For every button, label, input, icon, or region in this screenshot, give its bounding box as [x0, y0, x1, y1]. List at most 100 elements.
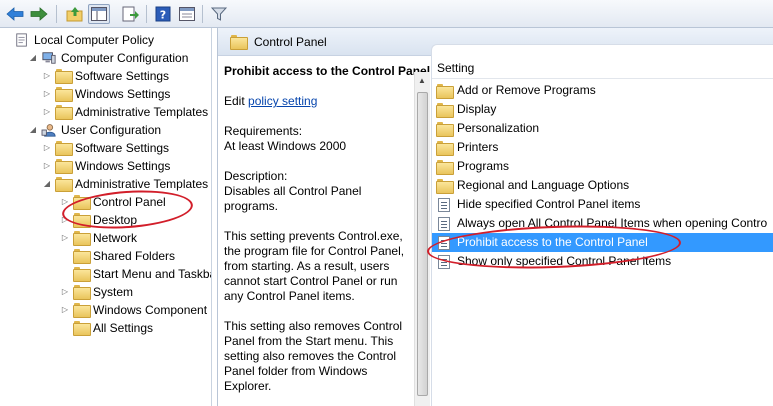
- export-list-icon[interactable]: [120, 4, 142, 24]
- folder-icon: [230, 35, 248, 50]
- tree-item-label: Administrative Templates: [75, 105, 209, 119]
- list-item[interactable]: Printers: [432, 138, 773, 157]
- description: Description: Disables all Control Panel …: [224, 169, 408, 214]
- folder-icon: [55, 141, 73, 156]
- properties-view-icon[interactable]: [176, 4, 198, 24]
- toolbar: ?: [0, 0, 773, 28]
- tree-item-label: Software Settings: [75, 141, 170, 155]
- list-item[interactable]: Personalization: [432, 119, 773, 138]
- tree-item-label: User Configuration: [61, 123, 162, 137]
- collapsed-arrow-icon[interactable]: ▷: [42, 103, 52, 121]
- list-item-label: Regional and Language Options: [457, 178, 630, 192]
- folder-icon: [55, 69, 73, 84]
- tree-item-label: Start Menu and Taskba: [93, 267, 212, 281]
- column-header-label: Setting: [437, 61, 475, 75]
- folder-icon: [55, 105, 73, 120]
- folder-icon: [73, 303, 91, 318]
- tree-item-computer-configuration[interactable]: ◢ Computer Configuration: [28, 49, 188, 67]
- expanded-arrow-icon[interactable]: ◢: [42, 175, 52, 193]
- requirements-value: At least Windows 2000: [224, 139, 347, 153]
- scroll-up-arrow-icon[interactable]: ▲: [418, 76, 426, 85]
- edit-policy-setting-link[interactable]: policy setting: [248, 94, 317, 108]
- collapsed-arrow-icon[interactable]: ▷: [60, 229, 70, 247]
- forward-icon[interactable]: [28, 4, 50, 24]
- collapsed-arrow-icon[interactable]: ▷: [42, 157, 52, 175]
- list-item-label: Add or Remove Programs: [457, 83, 596, 97]
- folder-icon: [73, 285, 91, 300]
- setting-icon: [438, 197, 450, 212]
- folder-icon: [73, 249, 91, 264]
- collapsed-arrow-icon[interactable]: ▷: [42, 85, 52, 103]
- list-item[interactable]: Regional and Language Options: [432, 176, 773, 195]
- pane-header-title: Control Panel: [254, 35, 327, 49]
- tree-item-software-settings[interactable]: ▷ Software Settings: [42, 67, 169, 85]
- tree-item-shared-folders[interactable]: Shared Folders: [73, 247, 175, 265]
- list-item-label: Programs: [457, 159, 510, 173]
- description-label: Description:: [224, 169, 288, 183]
- collapsed-arrow-icon[interactable]: ▷: [60, 283, 70, 301]
- description-paragraph-1: This setting prevents Control.exe, the p…: [224, 229, 405, 303]
- user-icon: [41, 124, 56, 137]
- up-folder-icon[interactable]: [64, 4, 86, 24]
- description-pane: Control Panel Prohibit access to the Con…: [217, 28, 773, 406]
- column-header-setting[interactable]: Setting: [432, 57, 773, 79]
- list-item-label: Personalization: [457, 121, 540, 135]
- folder-icon: [73, 321, 91, 336]
- list-item[interactable]: Hide specified Control Panel items: [432, 195, 773, 214]
- folder-icon: [73, 267, 91, 282]
- policy-document-icon: [16, 33, 27, 47]
- folder-icon: [436, 121, 454, 137]
- scrollbar-thumb[interactable]: [417, 92, 428, 396]
- description-text: Disables all Control Panel programs.: [224, 184, 362, 213]
- folder-icon: [436, 102, 454, 118]
- description-paragraph-2: This setting also removes Control Panel …: [224, 319, 403, 393]
- tree-item-label: Local Computer Policy: [34, 33, 155, 47]
- list-item-label: Display: [457, 102, 497, 116]
- collapsed-arrow-icon[interactable]: ▷: [42, 67, 52, 85]
- tree-item-administrative-templates[interactable]: ▷ Administrative Templates: [42, 103, 208, 121]
- tree-item-label: All Settings: [93, 321, 154, 335]
- help-icon[interactable]: ?: [152, 4, 174, 24]
- requirements: Requirements: At least Windows 2000: [224, 124, 408, 154]
- folder-icon: [436, 83, 454, 99]
- collapsed-arrow-icon[interactable]: ▷: [60, 301, 70, 319]
- tree-item-label: System: [93, 285, 134, 299]
- tree-item-windows-components[interactable]: ▷ Windows Component: [60, 301, 207, 319]
- folder-icon: [55, 87, 73, 102]
- list-item[interactable]: Add or Remove Programs: [432, 81, 773, 100]
- show-hide-tree-icon[interactable]: [88, 4, 110, 24]
- list-item[interactable]: Programs: [432, 157, 773, 176]
- tree-item-label: Network: [93, 231, 138, 245]
- edit-prefix: Edit: [224, 94, 245, 108]
- tree-item-label: Computer Configuration: [61, 51, 189, 65]
- computer-icon: [42, 52, 56, 64]
- tree-item-all-settings[interactable]: All Settings: [73, 319, 153, 337]
- description-scrollbar[interactable]: ▲: [414, 72, 430, 406]
- tree-item-label: Software Settings: [75, 69, 170, 83]
- edit-line: Edit policy setting: [224, 94, 408, 109]
- tree-item-local-computer-policy[interactable]: Local Computer Policy: [14, 31, 154, 49]
- list-item-label: Hide specified Control Panel items: [457, 197, 641, 211]
- policy-title: Prohibit access to the Control Panel: [224, 64, 431, 78]
- tree-item-windows-settings[interactable]: ▷ Windows Settings: [42, 157, 170, 175]
- tree-item-label: Windows Settings: [75, 159, 171, 173]
- filter-icon[interactable]: [208, 4, 230, 24]
- back-icon[interactable]: [4, 4, 26, 24]
- requirements-label: Requirements:: [224, 124, 303, 138]
- folder-icon: [73, 231, 91, 246]
- tree-item-user-configuration[interactable]: ◢ User Configuration: [28, 121, 161, 139]
- svg-text:?: ?: [160, 9, 166, 22]
- folder-icon: [436, 140, 454, 156]
- folder-icon: [436, 178, 454, 194]
- collapsed-arrow-icon[interactable]: ▷: [42, 139, 52, 157]
- tree-item-start-menu-and-taskbar[interactable]: Start Menu and Taskba: [73, 265, 212, 283]
- tree-item-network[interactable]: ▷ Network: [60, 229, 137, 247]
- tree-item-software-settings[interactable]: ▷ Software Settings: [42, 139, 169, 157]
- tree-item-windows-settings[interactable]: ▷ Windows Settings: [42, 85, 170, 103]
- tree-item-system[interactable]: ▷ System: [60, 283, 133, 301]
- setting-icon: [438, 216, 450, 231]
- folder-icon: [55, 177, 73, 192]
- expanded-arrow-icon[interactable]: ◢: [28, 49, 38, 67]
- expanded-arrow-icon[interactable]: ◢: [28, 121, 38, 139]
- list-item[interactable]: Display: [432, 100, 773, 119]
